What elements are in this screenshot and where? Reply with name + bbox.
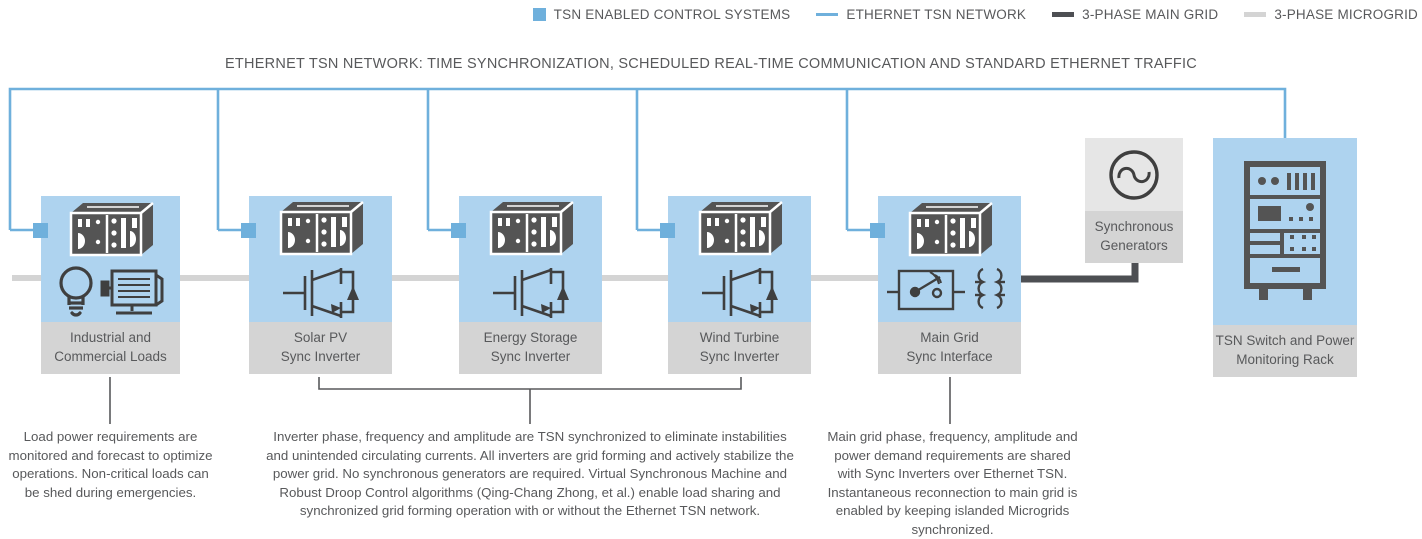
plc-controller-icon	[698, 201, 783, 256]
node-caption: Main Grid Sync Interface	[878, 322, 1021, 374]
caption-leader-lines	[109, 377, 951, 424]
breaker-and-transformer-icon	[886, 267, 1005, 311]
caption-line-2: Generators	[1100, 238, 1168, 253]
igbt-transistor-icon	[282, 268, 359, 318]
caption-line-1: Industrial and	[69, 330, 152, 345]
tsn-port-icon	[660, 223, 675, 238]
caption-line-2: Sync Inverter	[280, 349, 361, 364]
plc-controller-icon	[279, 201, 364, 256]
caption-line-1: TSN Switch and Power	[1215, 333, 1355, 348]
node-energy-storage-inverter[interactable]: Energy Storage Sync Inverter	[451, 196, 602, 374]
igbt-transistor-icon	[701, 268, 778, 318]
node-tsn-rack[interactable]: TSN Switch and Power Monitoring Rack	[1213, 138, 1357, 377]
server-rack-icon	[1244, 160, 1326, 300]
node-synchronous-generators[interactable]: Synchronous Generators	[1085, 138, 1183, 263]
tsn-port-icon	[870, 223, 885, 238]
igbt-transistor-icon	[492, 268, 569, 318]
note-industrial-loads: Load power requirements are monitored an…	[8, 429, 213, 500]
caption-line-1: Energy Storage	[483, 330, 578, 345]
tsn-port-icon	[241, 223, 256, 238]
node-caption: Synchronous Generators	[1085, 211, 1183, 263]
node-caption: Energy Storage Sync Inverter	[459, 322, 602, 374]
caption-line-2: Sync Inverter	[490, 349, 571, 364]
diagram-canvas: TSN ENABLED CONTROL SYSTEMS ETHERNET TSN…	[0, 0, 1422, 538]
node-caption: Industrial and Commercial Loads	[41, 322, 180, 374]
node-industrial-loads[interactable]: Industrial and Commercial Loads	[33, 196, 180, 374]
plc-controller-icon	[908, 202, 993, 257]
node-main-grid-interface[interactable]: Main Grid Sync Interface	[870, 196, 1021, 374]
caption-line-2: Sync Interface	[906, 349, 993, 364]
note-main-grid: Main grid phase, frequency, amplitude an…	[827, 429, 1078, 537]
node-caption: Solar PV Sync Inverter	[249, 322, 392, 374]
caption-line-2: Sync Inverter	[699, 349, 780, 364]
lightbulb-and-motor-icon	[58, 266, 163, 317]
caption-line-1: Wind Turbine	[699, 330, 780, 345]
node-caption: TSN Switch and Power Monitoring Rack	[1213, 325, 1357, 377]
caption-line-2: Commercial Loads	[54, 349, 167, 364]
caption-line-1: Solar PV	[293, 330, 348, 345]
node-caption: Wind Turbine Sync Inverter	[668, 322, 811, 374]
tsn-port-icon	[451, 223, 466, 238]
note-inverters: Inverter phase, frequency and amplitude …	[266, 429, 794, 518]
caption-line-2: Monitoring Rack	[1236, 352, 1334, 367]
ac-source-sine-icon	[1109, 149, 1159, 200]
plc-controller-icon	[489, 201, 574, 256]
plc-controller-icon	[69, 202, 154, 257]
node-wind-turbine-inverter[interactable]: Wind Turbine Sync Inverter	[660, 196, 811, 374]
caption-line-1: Main Grid	[920, 330, 979, 345]
caption-line-1: Synchronous	[1094, 219, 1174, 234]
tsn-port-icon	[33, 223, 48, 238]
node-solar-pv-inverter[interactable]: Solar PV Sync Inverter	[241, 196, 392, 374]
